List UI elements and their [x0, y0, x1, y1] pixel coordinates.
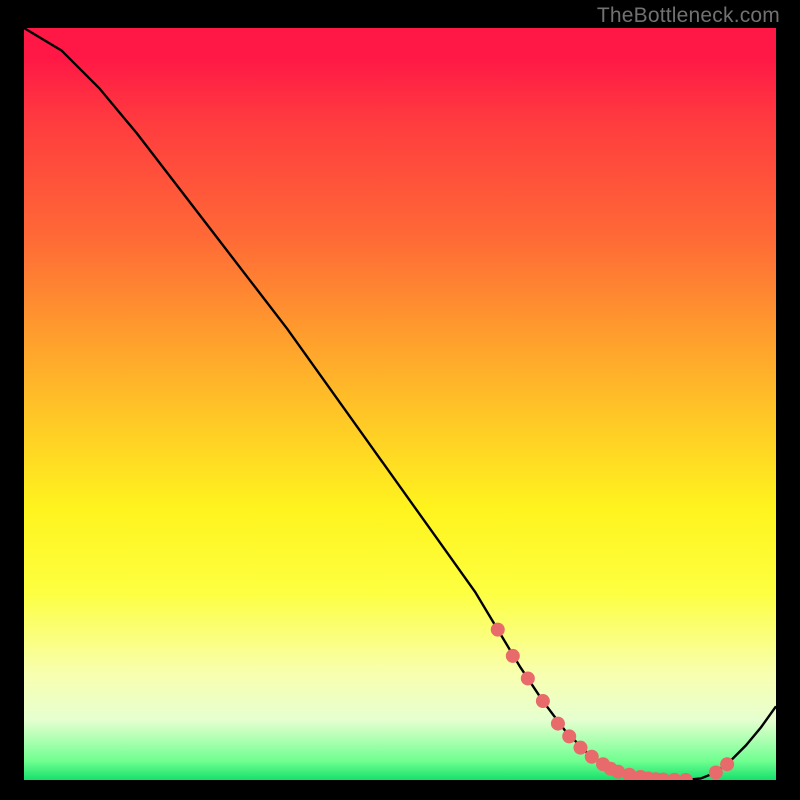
curve-group — [24, 28, 776, 780]
data-marker — [536, 694, 550, 708]
data-marker — [573, 741, 587, 755]
data-marker — [720, 757, 734, 771]
watermark-text: TheBottleneck.com — [597, 4, 780, 28]
data-marker — [521, 671, 535, 685]
data-marker — [491, 623, 505, 637]
data-marker — [506, 649, 520, 663]
data-marker — [679, 773, 693, 780]
data-marker — [562, 729, 576, 743]
data-marker — [709, 765, 723, 779]
data-markers — [491, 623, 734, 780]
data-marker — [551, 717, 565, 731]
bottleneck-curve — [24, 28, 776, 780]
chart-frame: TheBottleneck.com — [0, 0, 800, 800]
plot-area — [24, 28, 776, 780]
chart-svg — [24, 28, 776, 780]
